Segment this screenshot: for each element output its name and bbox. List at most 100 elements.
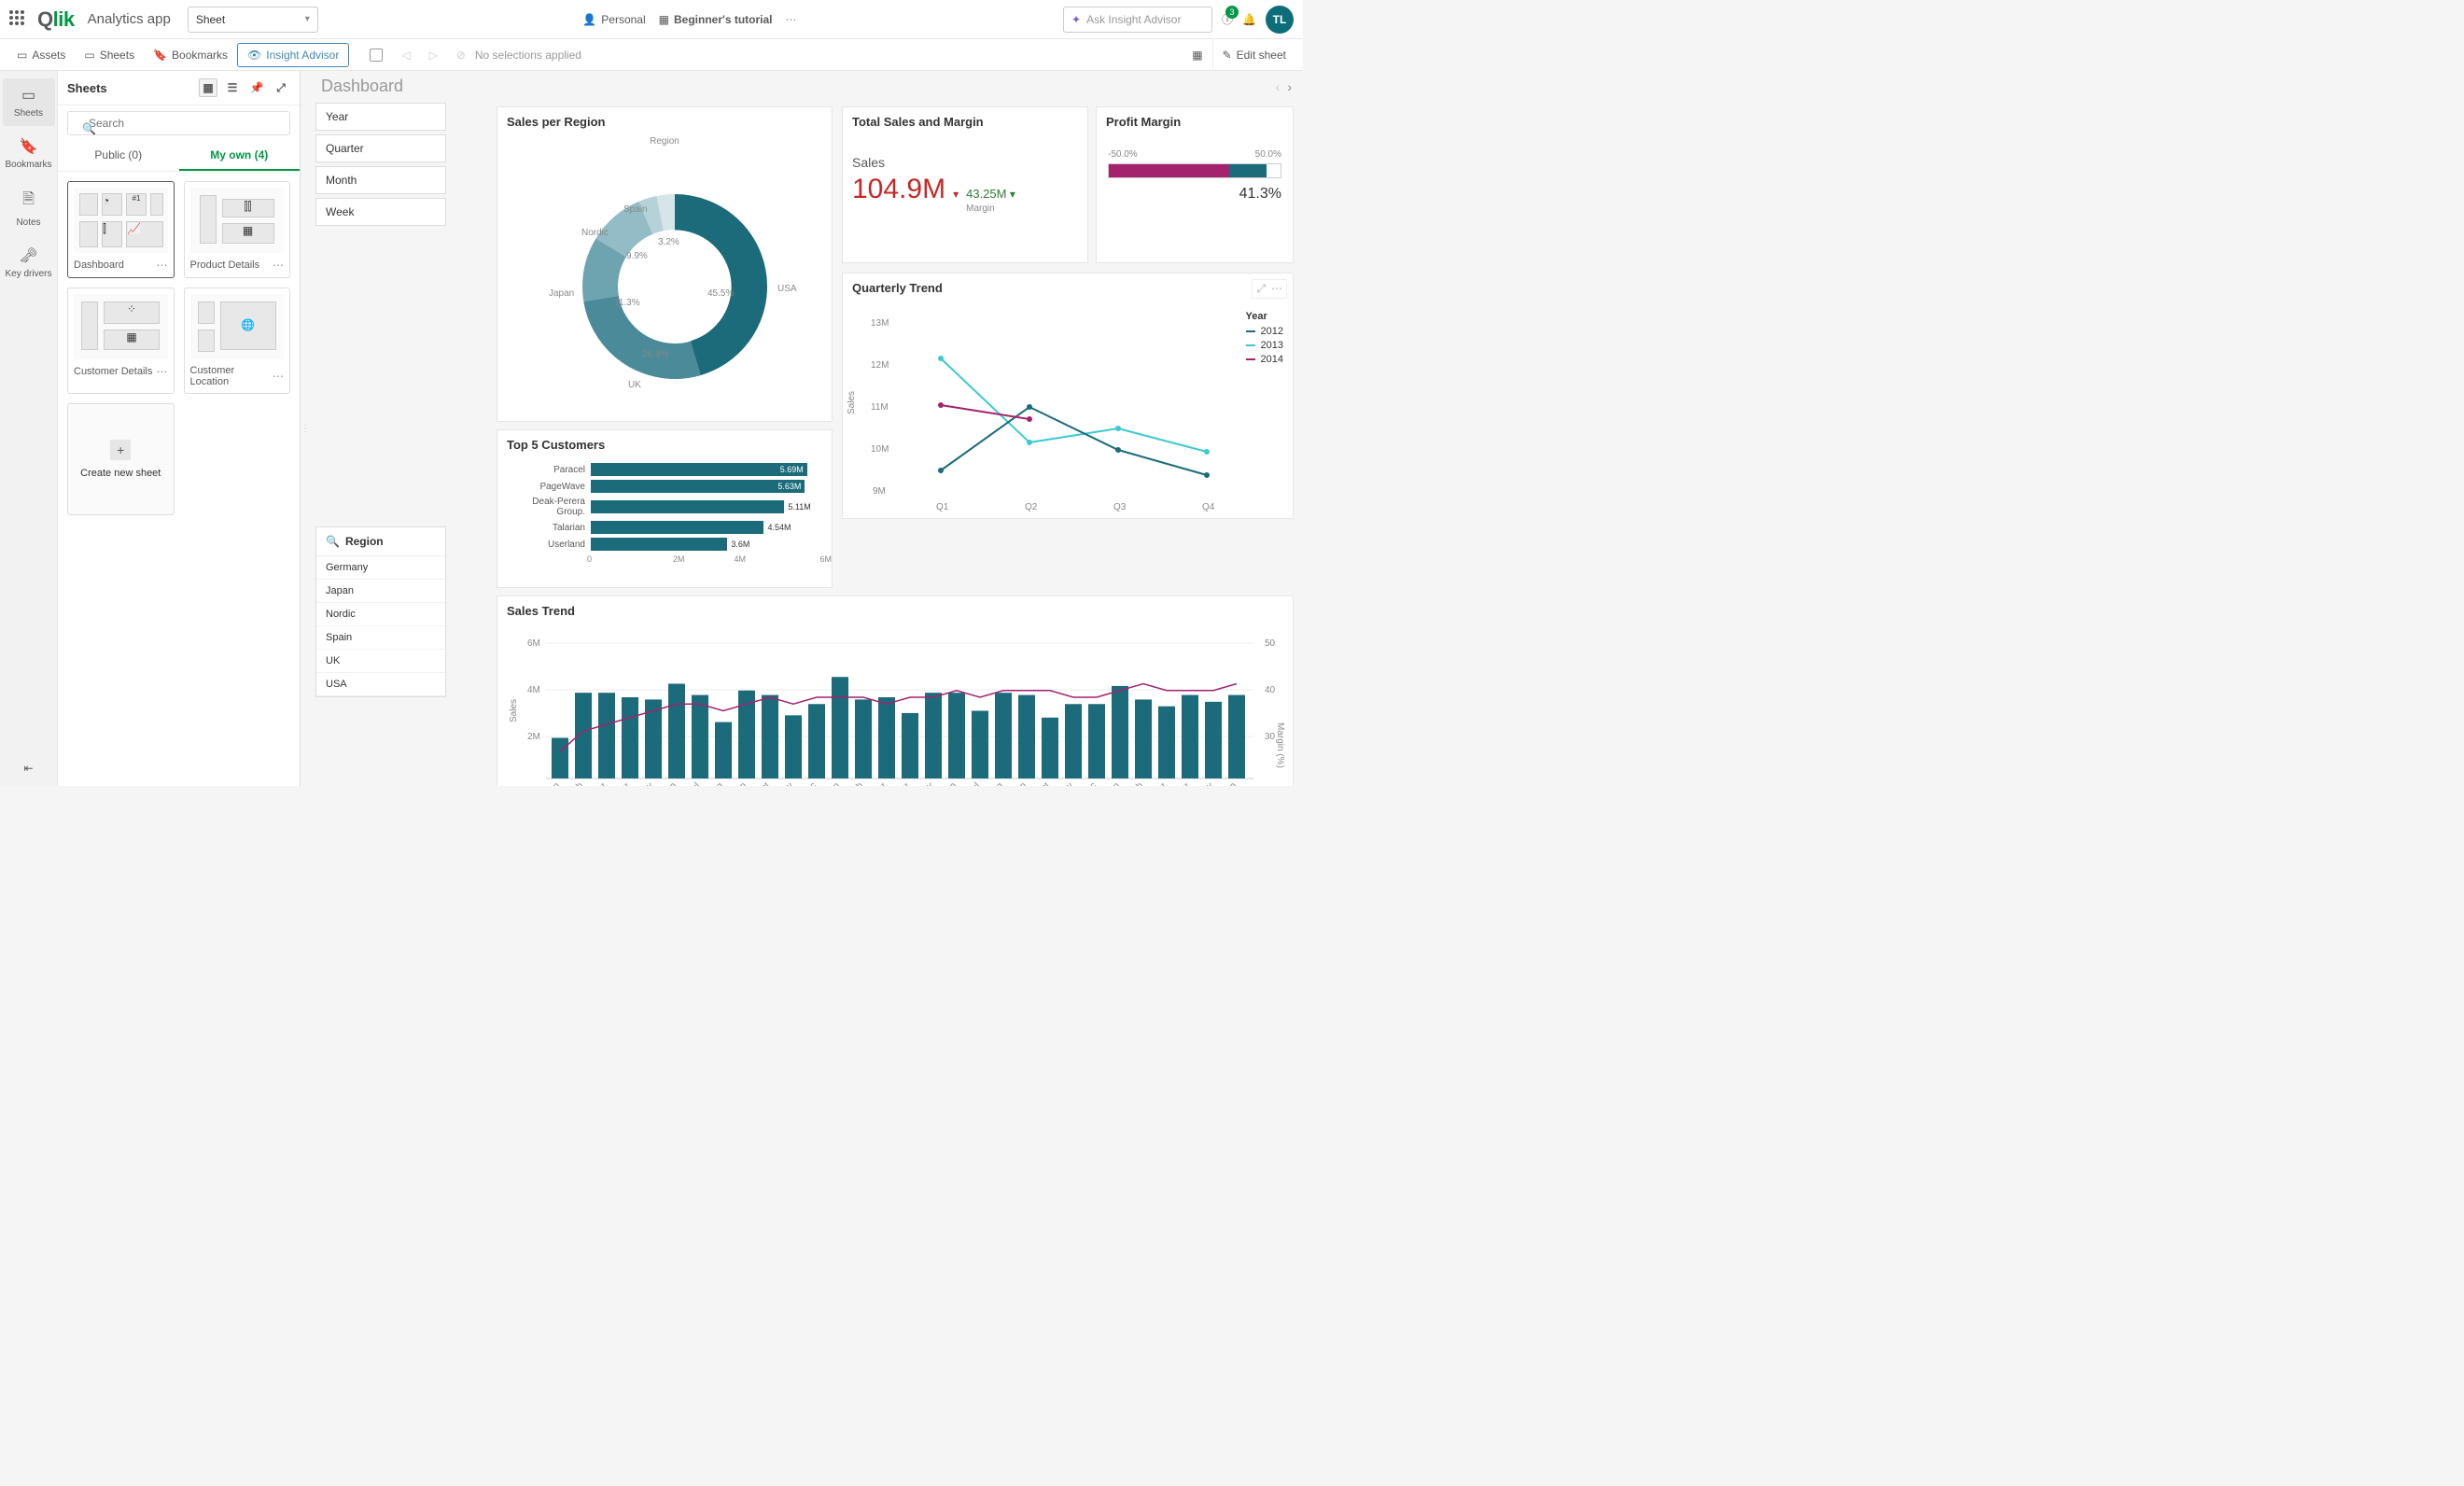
thumb-more-icon[interactable]: ⋯	[273, 370, 284, 383]
collapse-rail-icon[interactable]: ⇤	[23, 762, 33, 786]
thumb-customer-location[interactable]: 🌐 Customer Location⋯	[184, 287, 291, 394]
more-icon[interactable]: ⋯	[1271, 282, 1282, 296]
pin-icon[interactable]: 📌	[247, 78, 266, 97]
more-icon[interactable]: ⋯	[786, 13, 799, 26]
rail-keydrivers[interactable]: 🗝Key drivers	[3, 239, 55, 287]
selection-back[interactable]: ◁	[392, 39, 419, 70]
tab-public[interactable]: Public (0)	[58, 141, 179, 171]
svg-text:Spain: Spain	[623, 204, 648, 215]
sheets-label: Sheets	[100, 49, 134, 62]
insight-search-placeholder: Ask Insight Advisor	[1086, 13, 1181, 26]
filter-year[interactable]: Year	[315, 103, 446, 131]
chart-subtitle: Region	[497, 136, 832, 147]
fullscreen-icon[interactable]: ⤢	[1256, 282, 1266, 296]
filter-week[interactable]: Week	[315, 198, 446, 226]
qlik-logo[interactable]: Qlik	[37, 7, 75, 32]
region-japan[interactable]: Japan	[316, 580, 445, 603]
insight-advisor-button[interactable]: 👁Insight Advisor	[237, 43, 349, 67]
bar-row: Deak-Perera Group. 5.11M	[501, 497, 819, 517]
bookmarks-button[interactable]: 🔖Bookmarks	[144, 39, 237, 70]
thumb-dashboard[interactable]: ◔ #1 ⫿ 📈 Dashboard⋯	[67, 181, 175, 278]
chart-profit-margin[interactable]: Profit Margin -50.0%50.0% 41.3%	[1096, 106, 1294, 263]
thumb-product[interactable]: ⫿⫿ ▦ Product Details⋯	[184, 181, 291, 278]
thumb-customer-details[interactable]: ⁘ ▦ Customer Details⋯	[67, 287, 175, 394]
thumb-more-icon[interactable]: ⋯	[273, 259, 284, 272]
region-usa[interactable]: USA	[316, 673, 445, 696]
region-germany[interactable]: Germany	[316, 556, 445, 580]
svg-text:3.2%: 3.2%	[658, 237, 679, 247]
chart-title: Profit Margin	[1097, 107, 1293, 136]
help-button[interactable]: ⓘ 3	[1222, 11, 1233, 27]
create-sheet-button[interactable]: + Create new sheet	[67, 403, 175, 515]
key-rail-icon: 🗝	[3, 246, 55, 265]
sheet-dropdown-label: Sheet	[196, 13, 225, 26]
next-sheet-icon[interactable]: ›	[1287, 79, 1292, 94]
chart-sales-per-region[interactable]: Sales per Region Region	[497, 106, 833, 422]
legend-item: 2013	[1261, 340, 1283, 351]
personal-button[interactable]: 👤Personal	[582, 13, 645, 26]
rail-sheets[interactable]: ▭Sheets	[3, 78, 55, 126]
edit-sheet-button[interactable]: ✎Edit sheet	[1212, 39, 1295, 70]
personal-label: Personal	[601, 13, 645, 26]
filter-quarter[interactable]: Quarter	[315, 134, 446, 162]
kpi-total-sales[interactable]: Total Sales and Margin Sales 104.9M ▾ 43…	[842, 106, 1088, 263]
kpi-value: 104.9M	[852, 174, 945, 205]
alt-view-icon[interactable]: ▦	[1183, 39, 1211, 70]
region-uk[interactable]: UK	[316, 650, 445, 673]
no-selections-label: No selections applied	[475, 49, 581, 62]
chart-top5-customers[interactable]: Top 5 Customers Paracel 5.69MPageWave 5.…	[497, 429, 833, 588]
rail-notes[interactable]: 🗎Notes	[3, 181, 55, 235]
region-spain[interactable]: Spain	[316, 626, 445, 650]
notification-badge: 3	[1225, 6, 1239, 19]
rail-bookmarks-label: Bookmarks	[5, 160, 51, 170]
sheet-dropdown[interactable]: Sheet ▾	[188, 7, 318, 33]
rail-bookmarks[interactable]: 🔖Bookmarks	[3, 130, 55, 177]
assets-label: Assets	[32, 49, 65, 62]
kpi-sub-label: Margin	[966, 203, 995, 214]
svg-text:Margin (%): Margin (%)	[1275, 722, 1285, 768]
region-nordic[interactable]: Nordic	[316, 603, 445, 626]
rail-notes-label: Notes	[16, 217, 40, 228]
sheets-search-input[interactable]	[67, 111, 290, 135]
selection-tool-1[interactable]	[360, 39, 392, 70]
selection-forward[interactable]: ▷	[420, 39, 447, 70]
gauge-max: 50.0%	[1255, 149, 1281, 160]
assets-button[interactable]: ▭Assets	[7, 39, 75, 70]
app-launcher-icon[interactable]	[9, 10, 28, 29]
user-avatar[interactable]: TL	[1266, 6, 1294, 34]
chart-quarterly-trend[interactable]: Quarterly Trend ⤢⋯ Year 2012 2013 2014 S…	[842, 273, 1294, 519]
bell-icon[interactable]: 🔔	[1242, 13, 1256, 26]
left-rail: ▭Sheets 🔖Bookmarks 🗎Notes 🗝Key drivers ⇤	[0, 71, 58, 786]
axis-tick: 4M	[709, 554, 771, 564]
insight-search-input[interactable]: ✦ Ask Insight Advisor	[1063, 7, 1212, 33]
grid-view-icon[interactable]: ▦	[199, 78, 217, 97]
insight-label: Insight Advisor	[266, 49, 339, 62]
panel-resize-handle[interactable]: ⋮	[301, 424, 310, 434]
quarter-svg: Sales 13M12M11M10M9M Q1Q2Q3Q4	[843, 302, 1291, 517]
bar-label: PageWave	[501, 482, 585, 492]
thumb-more-icon[interactable]: ⋯	[157, 259, 168, 272]
bar-label: Paracel	[501, 465, 585, 475]
sheet-thumbnails: ◔ #1 ⫿ 📈 Dashboard⋯ ⫿⫿ ▦ Product Details…	[58, 172, 300, 525]
thumb-more-icon[interactable]: ⋯	[157, 365, 168, 378]
bookmark-icon: 🔖	[153, 49, 167, 62]
legend-item: 2012	[1261, 326, 1283, 337]
axis-tick: 6M	[771, 554, 833, 564]
search-icon: 🔍	[326, 535, 340, 548]
prev-sheet-icon[interactable]: ‹	[1276, 79, 1281, 94]
chart-legend: Year 2012 2013 2014	[1246, 311, 1283, 368]
selection-clear[interactable]: ⊘	[447, 39, 475, 70]
gauge-min: -50.0%	[1108, 149, 1138, 160]
region-filter: 🔍Region Germany Japan Nordic Spain UK US…	[315, 526, 446, 697]
chart-sales-trend[interactable]: Sales Trend Sales Margin (%) 6M4M2M 5040…	[497, 596, 1294, 786]
list-view-icon[interactable]: ☰	[223, 78, 242, 97]
tutorial-button[interactable]: ▦Beginner's tutorial	[659, 13, 773, 26]
expand-icon[interactable]: ⤢	[272, 78, 290, 97]
sheets-button[interactable]: ▭Sheets	[75, 39, 144, 70]
sheets-panel-title: Sheets	[67, 81, 107, 95]
sheets-rail-icon: ▭	[3, 86, 55, 105]
tab-myown[interactable]: My own (4)	[179, 141, 301, 171]
svg-text:2012-Jan: 2012-Jan	[527, 780, 562, 786]
svg-text:Japan: Japan	[549, 288, 574, 299]
filter-month[interactable]: Month	[315, 166, 446, 194]
